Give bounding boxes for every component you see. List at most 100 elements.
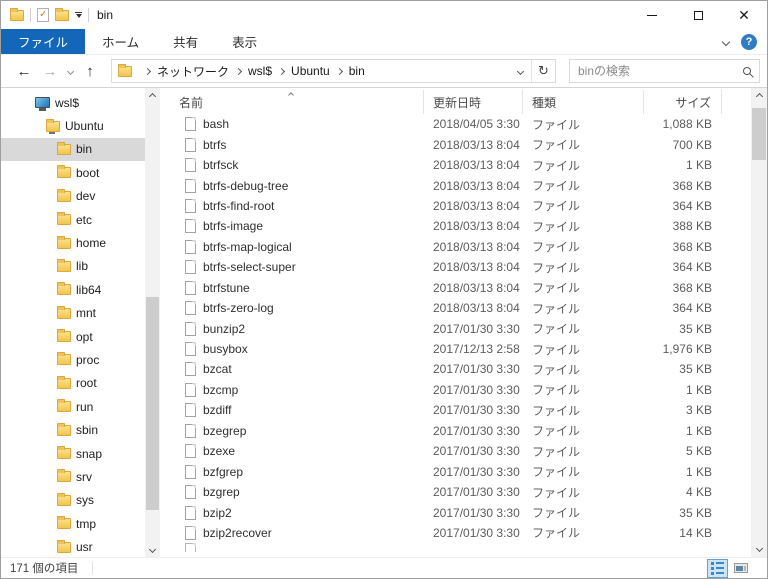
properties-icon[interactable] xyxy=(37,8,49,22)
file-row[interactable]: bzip2 2017/01/30 3:30 ファイル 35 KB xyxy=(161,502,751,522)
sidebar-item-run[interactable]: run xyxy=(1,395,146,418)
sidebar-item-proc[interactable]: proc xyxy=(1,348,146,371)
scroll-down-icon[interactable] xyxy=(751,540,767,557)
details-view-button[interactable] xyxy=(707,558,728,578)
file-row[interactable]: btrfs 2018/03/13 8:04 ファイル 700 KB xyxy=(161,134,751,154)
back-button[interactable]: ← xyxy=(11,63,37,80)
search-icon[interactable] xyxy=(735,67,759,75)
sidebar-item-snap[interactable]: snap xyxy=(1,442,146,465)
file-row[interactable]: btrfsck 2018/03/13 8:04 ファイル 1 KB xyxy=(161,155,751,175)
file-list-pane: 名前 更新日時 種類 サイズ bash 2018/04/05 3:30 ファイル 1,… xyxy=(161,88,751,557)
folder-icon xyxy=(57,165,71,179)
sidebar-item-wsl[interactable]: wsl$ xyxy=(1,91,146,114)
forward-button[interactable]: → xyxy=(37,63,63,80)
scroll-up-icon[interactable] xyxy=(751,88,767,105)
help-icon[interactable]: ? xyxy=(741,33,757,50)
breadcrumb-item[interactable]: ネットワーク xyxy=(157,63,229,80)
file-row[interactable]: bzegrep 2017/01/30 3:30 ファイル 1 KB xyxy=(161,421,751,441)
address-bar[interactable]: ネットワーク wsl$ Ubuntu bin ↻ xyxy=(111,59,556,83)
file-row[interactable]: bzcat 2017/01/30 3:30 ファイル 35 KB xyxy=(161,359,751,379)
sidebar-item-dev[interactable]: dev xyxy=(1,185,146,208)
file-row[interactable]: bzgrep 2017/01/30 3:30 ファイル 4 KB xyxy=(161,482,751,502)
file-row[interactable]: bash 2018/04/05 3:30 ファイル 1,088 KB xyxy=(161,114,751,134)
address-dropdown-icon[interactable] xyxy=(509,60,531,82)
recent-locations-icon[interactable] xyxy=(63,67,77,75)
file-row[interactable]: bunzip2 2017/01/30 3:30 ファイル 35 KB xyxy=(161,318,751,338)
sidebar-item-Ubuntu[interactable]: Ubuntu xyxy=(1,114,146,137)
file-icon xyxy=(185,239,196,254)
file-type: ファイル xyxy=(532,403,581,418)
sidebar-item-label: home xyxy=(76,236,107,251)
file-row[interactable]: btrfs-zero-log 2018/03/13 8:04 ファイル 364 KB xyxy=(161,298,751,318)
sidebar-item-bin[interactable]: bin xyxy=(1,137,146,162)
sidebar-item-root[interactable]: root xyxy=(1,372,146,395)
view-toggle-buttons xyxy=(707,558,767,578)
file-row[interactable]: btrfs-debug-tree 2018/03/13 8:04 ファイル 368 K… xyxy=(161,175,751,195)
sidebar-item-lib[interactable]: lib xyxy=(1,255,146,278)
file-row[interactable]: bzcmp 2017/01/30 3:30 ファイル 1 KB xyxy=(161,380,751,400)
sidebar-item-etc[interactable]: etc xyxy=(1,208,146,231)
ribbon-tab-表示[interactable]: 表示 xyxy=(215,29,274,54)
sidebar-item-label: lib xyxy=(76,259,89,274)
thumbnails-view-button[interactable] xyxy=(730,559,751,578)
file-row[interactable]: btrfs-map-logical 2018/03/13 8:04 ファイル 368 … xyxy=(161,237,751,257)
sidebar-item-opt[interactable]: opt xyxy=(1,325,146,348)
up-button[interactable]: ↑ xyxy=(77,63,103,80)
scroll-up-icon[interactable] xyxy=(145,88,160,104)
sidebar-item-boot[interactable]: boot xyxy=(1,161,146,184)
customize-toolbar-icon[interactable] xyxy=(75,12,82,18)
ribbon-tab-ファイル[interactable]: ファイル xyxy=(1,29,86,54)
close-button[interactable]: ✕ xyxy=(721,1,767,29)
file-row[interactable]: bzdiff 2017/01/30 3:30 ファイル 3 KB xyxy=(161,400,751,420)
refresh-icon[interactable]: ↻ xyxy=(531,60,555,82)
minimize-ribbon-icon[interactable] xyxy=(721,37,731,46)
sidebar-item-label: tmp xyxy=(76,516,97,531)
sidebar-item-usr[interactable]: usr xyxy=(1,535,146,557)
folder-icon xyxy=(57,282,71,296)
file-size: 364 KB xyxy=(672,301,712,316)
ribbon-tab-ホーム[interactable]: ホーム xyxy=(85,29,156,54)
breadcrumb-separator-icon[interactable] xyxy=(330,67,349,75)
file-row[interactable]: bzexe 2017/01/30 3:30 ファイル 5 KB xyxy=(161,441,751,461)
file-name: bzcat xyxy=(203,362,232,377)
scrollbar-thumb[interactable] xyxy=(146,297,159,510)
maximize-button[interactable] xyxy=(675,1,721,29)
search-input[interactable] xyxy=(570,64,735,78)
file-row[interactable]: btrfs-image 2018/03/13 8:04 ファイル 388 KB xyxy=(161,216,751,236)
file-row[interactable]: btrfs-select-super 2018/03/13 8:04 ファイル 364… xyxy=(161,257,751,277)
file-list-scrollbar[interactable] xyxy=(751,88,767,557)
sidebar-item-sys[interactable]: sys xyxy=(1,489,146,512)
sidebar-item-mnt[interactable]: mnt xyxy=(1,302,146,325)
breadcrumb-item[interactable]: wsl$ xyxy=(248,64,272,78)
sidebar-item-tmp[interactable]: tmp xyxy=(1,512,146,535)
breadcrumb-separator-icon[interactable] xyxy=(272,67,291,75)
file-icon xyxy=(185,219,196,234)
sidebar-item-sbin[interactable]: sbin xyxy=(1,418,146,441)
new-folder-icon[interactable] xyxy=(55,7,69,21)
folder-icon xyxy=(57,141,71,155)
column-header-name[interactable]: 名前 xyxy=(161,90,424,114)
sidebar-item-home[interactable]: home xyxy=(1,231,146,254)
sidebar-item-srv[interactable]: srv xyxy=(1,465,146,488)
scrollbar-thumb[interactable] xyxy=(752,108,766,160)
titlebar: bin ✕ xyxy=(1,1,767,29)
scroll-down-icon[interactable] xyxy=(145,541,160,557)
file-size: 368 KB xyxy=(672,239,712,254)
file-row[interactable]: busybox 2017/12/13 2:58 ファイル 1,976 KB xyxy=(161,339,751,359)
breadcrumb-item[interactable]: bin xyxy=(349,64,365,78)
sidebar-item-lib64[interactable]: lib64 xyxy=(1,278,146,301)
breadcrumb-separator-icon[interactable] xyxy=(138,67,157,75)
ribbon-tab-共有[interactable]: 共有 xyxy=(156,29,215,54)
column-header-size[interactable]: サイズ xyxy=(644,90,722,114)
sidebar-item-label: snap xyxy=(76,446,103,461)
breadcrumb-item[interactable]: Ubuntu xyxy=(291,64,330,78)
file-row[interactable]: btrfstune 2018/03/13 8:04 ファイル 368 KB xyxy=(161,278,751,298)
minimize-button[interactable] xyxy=(629,1,675,29)
column-header-type[interactable]: 種類 xyxy=(523,90,644,114)
file-row[interactable]: bzfgrep 2017/01/30 3:30 ファイル 1 KB xyxy=(161,461,751,481)
file-row[interactable]: btrfs-find-root 2018/03/13 8:04 ファイル 364 KB xyxy=(161,196,751,216)
breadcrumb-separator-icon[interactable] xyxy=(229,67,248,75)
file-row[interactable]: bzip2recover 2017/01/30 3:30 ファイル 14 KB xyxy=(161,523,751,543)
column-header-modified[interactable]: 更新日時 xyxy=(424,90,523,114)
sidebar-scrollbar[interactable] xyxy=(145,88,160,557)
